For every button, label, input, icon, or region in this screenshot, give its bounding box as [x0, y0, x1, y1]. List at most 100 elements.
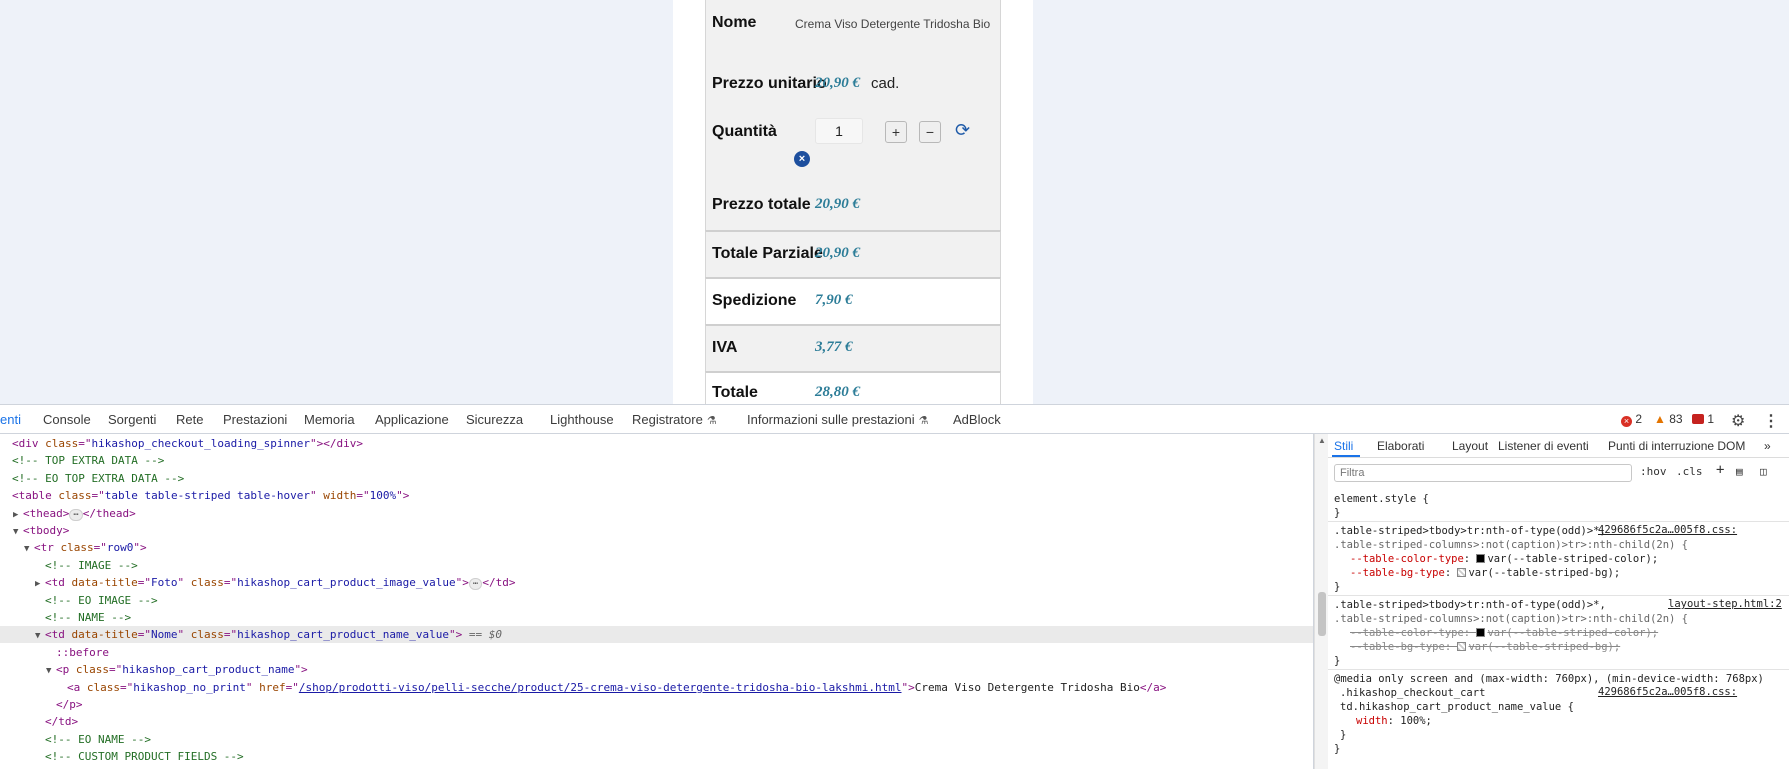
- increase-quantity-button[interactable]: +: [885, 121, 907, 143]
- refresh-icon[interactable]: ⟳: [955, 121, 973, 139]
- dom-node[interactable]: ▼ <tr class="row0">: [0, 539, 147, 556]
- dom-token: ">: [133, 541, 147, 555]
- hov-toggle[interactable]: :hov: [1640, 465, 1667, 478]
- gear-icon[interactable]: ⚙: [1731, 411, 1745, 431]
- dom-token: </a>: [1139, 680, 1167, 694]
- dom-token: </td>: [45, 715, 79, 729]
- subtotal-label: Totale Parziale: [712, 245, 823, 262]
- dom-node[interactable]: <table class="table table-striped table-…: [0, 487, 409, 504]
- more-tabs-icon[interactable]: »: [1764, 439, 1771, 453]
- rule2-prop1-overridden[interactable]: --table-color-type: var(--table-striped-…: [1350, 626, 1658, 640]
- dom-token: class: [45, 437, 79, 450]
- color-swatch[interactable]: [1457, 642, 1467, 651]
- dom-node[interactable]: ▶ <td data-title="Foto" class="hikashop_c…: [0, 574, 515, 591]
- quantity-input[interactable]: 1: [815, 118, 863, 144]
- dom-token: ::before: [56, 645, 109, 659]
- elements-scrollbar[interactable]: ▲: [1314, 434, 1328, 769]
- rule1-source-link[interactable]: 429686f5c2a…005f8.css:: [1598, 524, 1737, 536]
- dom-node[interactable]: <!-- NAME -->: [0, 609, 131, 626]
- product-name[interactable]: Crema Viso Detergente Tridosha Bio: [795, 17, 990, 31]
- dom-node[interactable]: ▶ <thead> ⋯ </thead>: [0, 505, 136, 522]
- prop-name: --table-bg-type: [1350, 567, 1445, 579]
- tab-performance-insights[interactable]: Informazioni sulle prestazioni ⚗: [747, 412, 929, 427]
- dom-token: ": [177, 628, 191, 642]
- dom-node[interactable]: <!-- CUSTOM PRODUCT FIELDS -->: [0, 748, 244, 765]
- dom-node[interactable]: ▼ <tbody>: [0, 522, 69, 539]
- decrease-quantity-button[interactable]: −: [919, 121, 941, 143]
- rule2-source-link[interactable]: layout-step.html:2: [1668, 598, 1782, 610]
- tab-performance-insights-label: Informazioni sulle prestazioni: [747, 412, 915, 427]
- styles-panel: Stili Elaborati Layout Listener di event…: [1328, 434, 1789, 769]
- dom-node[interactable]: <!-- IMAGE -->: [0, 557, 138, 574]
- warning-counter[interactable]: ▲ 83: [1654, 412, 1683, 426]
- tab-lighthouse[interactable]: Lighthouse: [550, 412, 614, 427]
- error-counter[interactable]: × 2: [1621, 412, 1642, 427]
- tab-styles[interactable]: Stili: [1334, 439, 1353, 453]
- add-rule-icon[interactable]: +: [1716, 462, 1724, 478]
- styles-filter-input[interactable]: Filtra: [1334, 464, 1632, 482]
- rule-close: }: [1334, 507, 1341, 519]
- dom-node[interactable]: <!-- EO NAME -->: [0, 731, 151, 748]
- tab-security[interactable]: Sicurezza: [466, 412, 523, 427]
- color-swatch[interactable]: [1457, 568, 1467, 577]
- collapsed-children-button[interactable]: ⋯: [69, 508, 83, 521]
- subtotal-value: 20,90 €: [815, 245, 860, 261]
- dom-token: <!-- CUSTOM PRODUCT FIELDS -->: [45, 750, 244, 764]
- issues-icon: [1692, 414, 1704, 424]
- scrollbar-thumb[interactable]: [1318, 592, 1326, 636]
- rule3-prop[interactable]: width: 100%;: [1356, 714, 1432, 728]
- sidebar-toggle-icon[interactable]: ◫: [1760, 465, 1767, 478]
- tab-event-listeners[interactable]: Listener di eventi: [1498, 439, 1589, 453]
- tab-dom-breakpoints[interactable]: Punti di interruzione DOM: [1608, 439, 1745, 453]
- tab-network[interactable]: Rete: [176, 412, 203, 427]
- dom-token: <tr: [34, 541, 61, 555]
- grand-total-label: Totale: [712, 384, 758, 401]
- dom-node[interactable]: <a class="hikashop_no_print" href="/shop…: [0, 679, 1166, 696]
- dom-node[interactable]: </p>: [0, 696, 83, 713]
- rule1-selector: .table-striped>tbody>tr:nth-of-type(odd)…: [1334, 525, 1606, 537]
- cls-toggle[interactable]: .cls: [1676, 465, 1703, 478]
- dom-link[interactable]: /shop/prodotti-viso/pelli-secche/product…: [299, 681, 902, 694]
- tab-memory[interactable]: Memoria: [304, 412, 355, 427]
- dom-token: <!-- EO NAME -->: [45, 732, 151, 746]
- tab-computed[interactable]: Elaborati: [1377, 439, 1424, 453]
- dom-node-selected[interactable]: ▼ <td data-title="Nome" class="hikashop_c…: [0, 626, 1313, 644]
- color-swatch[interactable]: [1476, 628, 1486, 637]
- dom-token: class: [190, 576, 224, 590]
- dom-node[interactable]: <!-- TOP EXTRA DATA -->: [0, 452, 164, 469]
- scroll-up-icon[interactable]: ▲: [1318, 436, 1326, 445]
- tab-console[interactable]: Console: [43, 412, 91, 427]
- collapsed-children-button[interactable]: ⋯: [468, 578, 483, 591]
- tab-elements[interactable]: enti: [0, 412, 21, 427]
- dom-token: <p: [56, 663, 76, 677]
- rule1-prop1[interactable]: --table-color-type: var(--table-striped-…: [1350, 552, 1658, 566]
- dom-node[interactable]: <!-- EO IMAGE -->: [0, 592, 158, 609]
- tab-adblock[interactable]: AdBlock: [953, 412, 1001, 427]
- tab-performance[interactable]: Prestazioni: [223, 412, 287, 427]
- remove-item-icon[interactable]: ×: [794, 151, 810, 167]
- color-swatch[interactable]: [1476, 554, 1486, 563]
- styles-tab-bar: Stili Elaborati Layout Listener di event…: [1328, 434, 1789, 458]
- dom-node[interactable]: ::before: [0, 644, 109, 661]
- tab-recorder[interactable]: Registratore ⚗: [632, 412, 717, 427]
- dom-token: hikashop_checkout_loading_spinner: [91, 437, 311, 450]
- tab-recorder-label: Registratore: [632, 412, 703, 427]
- dom-node[interactable]: ▼ <p class="hikashop_cart_product_name">: [0, 661, 308, 678]
- rule1-prop2[interactable]: --table-bg-type: var(--table-striped-bg)…: [1350, 566, 1620, 580]
- tab-sources[interactable]: Sorgenti: [108, 412, 156, 427]
- dom-token: =": [109, 663, 123, 677]
- elements-panel: <div class="hikashop_checkout_loading_sp…: [0, 434, 1314, 769]
- tab-layout[interactable]: Layout: [1452, 439, 1488, 453]
- kebab-menu-icon[interactable]: ⋮: [1763, 411, 1779, 431]
- tab-application[interactable]: Applicazione: [375, 412, 449, 427]
- dom-token: ": [310, 489, 324, 503]
- dom-token: data-title: [71, 628, 138, 642]
- rule2-prop2-overridden[interactable]: --table-bg-type: var(--table-striped-bg)…: [1350, 640, 1620, 654]
- dom-node[interactable]: <!-- EO CUSTOM PRODUCT FIELDS -->: [0, 766, 264, 769]
- dom-node[interactable]: <div class="hikashop_checkout_loading_sp…: [0, 435, 363, 452]
- dom-node[interactable]: </td>: [0, 713, 78, 730]
- paint-icon[interactable]: ▤: [1736, 465, 1743, 478]
- issues-counter[interactable]: 1: [1692, 412, 1714, 426]
- rule3-source-link[interactable]: 429686f5c2a…005f8.css:: [1598, 686, 1737, 698]
- dom-node[interactable]: <!-- EO TOP EXTRA DATA -->: [0, 470, 184, 487]
